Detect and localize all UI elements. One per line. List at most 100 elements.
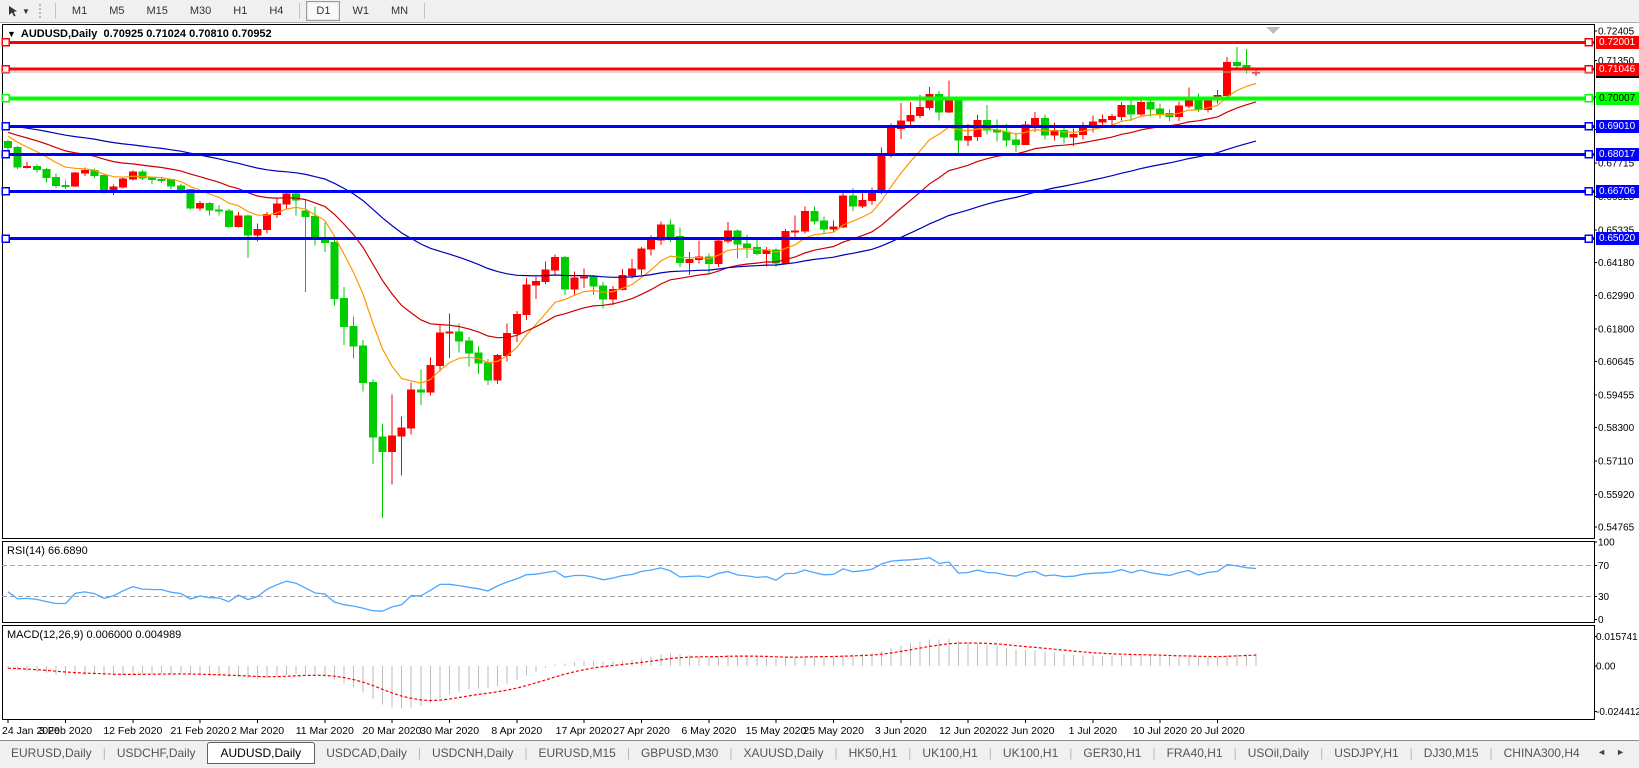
- timeframe-button-w1[interactable]: W1: [342, 1, 379, 21]
- macd-label: MACD(12,26,9) 0.006000 0.004989: [7, 629, 181, 641]
- chart-title: ▼ AUDUSD,Daily 0.70925 0.71024 0.70810 0.…: [7, 28, 272, 40]
- chevron-down-icon: ▼: [22, 7, 30, 16]
- tab-hk50-h1[interactable]: HK50,H1: [838, 743, 909, 763]
- line-handle: [1585, 151, 1592, 158]
- svg-text:12 Jun 2020: 12 Jun 2020: [939, 725, 997, 737]
- hline-price-badge: 0.65020: [1596, 232, 1639, 245]
- toolbar-separator: [424, 3, 425, 19]
- svg-text:0.54765: 0.54765: [1598, 523, 1635, 534]
- line-handle: [1585, 95, 1592, 102]
- svg-text:12 Feb 2020: 12 Feb 2020: [103, 725, 162, 737]
- tab-usdcnh-daily[interactable]: USDCNH,Daily: [421, 743, 524, 763]
- svg-text:0.00: 0.00: [1596, 662, 1616, 673]
- rsi-panel: [3, 542, 1595, 623]
- rsi-label: RSI(14) 66.6890: [7, 545, 88, 557]
- symbol-period-label: AUDUSD,Daily: [21, 28, 97, 40]
- timeframe-button-m30[interactable]: M30: [180, 1, 221, 21]
- svg-text:25 May 2020: 25 May 2020: [803, 725, 864, 737]
- rsi-axis[interactable]: 100 70 30 0: [1594, 538, 1615, 627]
- svg-text:10 Jul 2020: 10 Jul 2020: [1133, 725, 1187, 737]
- cursor-icon: [7, 5, 20, 18]
- line-handle: [2, 151, 9, 158]
- svg-text:-0.024412: -0.024412: [1596, 707, 1639, 718]
- line-handle: [2, 188, 9, 195]
- svg-text:15 May 2020: 15 May 2020: [746, 725, 807, 737]
- tab-scroll-left-icon[interactable]: ◄: [1597, 747, 1606, 757]
- hline-price-badge: 0.71046: [1596, 63, 1639, 76]
- hline-price-badge: 0.72001: [1596, 36, 1639, 49]
- macd-axis[interactable]: 0.015741 0.00 -0.024412: [1594, 632, 1639, 718]
- svg-text:0.57110: 0.57110: [1598, 457, 1634, 468]
- timeframe-buttons: M1M5M15M30H1H4 D1W1MN: [50, 0, 430, 22]
- toolbar: ▼ M1M5M15M30H1H4 D1W1MN: [0, 0, 1639, 23]
- hline-price-badge: 0.70007: [1596, 92, 1639, 105]
- svg-text:0.62990: 0.62990: [1598, 291, 1635, 302]
- tab-usdcad-daily[interactable]: USDCAD,Daily: [315, 743, 418, 763]
- svg-text:17 Apr 2020: 17 Apr 2020: [556, 725, 613, 737]
- svg-text:70: 70: [1598, 561, 1610, 572]
- chart-tabs: EURUSD,Daily|USDCHF,DailyAUDUSD,DailyUSD…: [0, 742, 1583, 764]
- timeframe-button-h1[interactable]: H1: [223, 1, 257, 21]
- hline-price-badge: 0.66706: [1596, 185, 1639, 198]
- svg-text:0.55920: 0.55920: [1598, 490, 1635, 501]
- tab-scroll-arrows: ◄ ►: [1583, 741, 1639, 763]
- tab-usdchf-daily[interactable]: USDCHF,Daily: [106, 743, 207, 763]
- svg-text:0.61800: 0.61800: [1598, 325, 1635, 336]
- svg-text:20 Jul 2020: 20 Jul 2020: [1190, 725, 1244, 737]
- date-axis[interactable]: 24 Jan 20203 Feb 202012 Feb 202021 Feb 2…: [2, 719, 1245, 737]
- tab-gbpusd-m30[interactable]: GBPUSD,M30: [630, 743, 729, 763]
- line-handle: [2, 235, 9, 242]
- line-handle: [1585, 39, 1592, 46]
- toolbar-separator: [299, 3, 300, 19]
- tab-eurusd-daily[interactable]: EURUSD,Daily: [0, 743, 103, 763]
- chart-canvas[interactable]: 0.724050.713500.700600.689050.677150.665…: [0, 0, 1639, 767]
- timeframe-button-h4[interactable]: H4: [259, 1, 293, 21]
- line-handle: [2, 123, 9, 130]
- timeframe-button-m5[interactable]: M5: [99, 1, 134, 21]
- timeframe-button-m15[interactable]: M15: [136, 1, 177, 21]
- svg-text:0.64180: 0.64180: [1598, 258, 1635, 269]
- tab-dj30-m15[interactable]: DJ30,M15: [1413, 743, 1490, 763]
- svg-text:8 Apr 2020: 8 Apr 2020: [491, 725, 542, 737]
- svg-text:0.59455: 0.59455: [1598, 391, 1635, 402]
- tab-eurusd-m15[interactable]: EURUSD,M15: [527, 743, 626, 763]
- tab-ger30-h1[interactable]: GER30,H1: [1072, 743, 1152, 763]
- tab-audusd-daily[interactable]: AUDUSD,Daily: [207, 742, 316, 764]
- svg-text:2 Mar 2020: 2 Mar 2020: [231, 725, 284, 737]
- chart-tab-bar: EURUSD,Daily|USDCHF,DailyAUDUSD,DailyUSD…: [0, 740, 1639, 768]
- tab-usoil-daily[interactable]: USOil,Daily: [1237, 743, 1320, 763]
- line-handle: [1585, 235, 1592, 242]
- svg-text:22 Jun 2020: 22 Jun 2020: [997, 725, 1055, 737]
- cursor-tool-button[interactable]: ▼: [2, 3, 35, 20]
- svg-text:0: 0: [1598, 615, 1604, 626]
- svg-text:0.60645: 0.60645: [1598, 357, 1635, 368]
- main-panel: [3, 25, 1595, 539]
- tab-fra40-h1[interactable]: FRA40,H1: [1156, 743, 1234, 763]
- hline-price-badge: 0.68017: [1596, 148, 1639, 161]
- svg-text:6 May 2020: 6 May 2020: [681, 725, 736, 737]
- svg-text:30: 30: [1598, 592, 1610, 603]
- svg-text:21 Feb 2020: 21 Feb 2020: [171, 725, 230, 737]
- line-handle: [1585, 188, 1592, 195]
- hline-price-badge: 0.69010: [1596, 120, 1639, 133]
- tab-uk100-h1[interactable]: UK100,H1: [992, 743, 1069, 763]
- macd-panel: [3, 626, 1595, 720]
- tab-usdjpy-h1[interactable]: USDJPY,H1: [1323, 743, 1409, 763]
- svg-text:3 Jun 2020: 3 Jun 2020: [875, 725, 927, 737]
- tab-scroll-right-icon[interactable]: ►: [1616, 747, 1625, 757]
- timeframe-button-m1[interactable]: M1: [62, 1, 97, 21]
- svg-text:100: 100: [1598, 538, 1615, 549]
- collapse-indicators-icon[interactable]: ▼: [7, 29, 16, 39]
- svg-text:0.015741: 0.015741: [1596, 632, 1638, 643]
- timeframe-button-d1[interactable]: D1: [306, 1, 340, 21]
- tab-xauusd-daily[interactable]: XAUUSD,Daily: [732, 743, 834, 763]
- tab-uk100-h1[interactable]: UK100,H1: [911, 743, 988, 763]
- svg-text:30 Mar 2020: 30 Mar 2020: [420, 725, 479, 737]
- svg-text:20 Mar 2020: 20 Mar 2020: [363, 725, 422, 737]
- toolbar-grip[interactable]: [39, 4, 46, 18]
- tab-china300-h4[interactable]: CHINA300,H4: [1493, 743, 1584, 763]
- ohlc-values: 0.70925 0.71024 0.70810 0.70952: [103, 28, 271, 40]
- line-handle: [2, 95, 9, 102]
- timeframe-button-mn[interactable]: MN: [381, 1, 418, 21]
- svg-text:1 Jul 2020: 1 Jul 2020: [1069, 725, 1118, 737]
